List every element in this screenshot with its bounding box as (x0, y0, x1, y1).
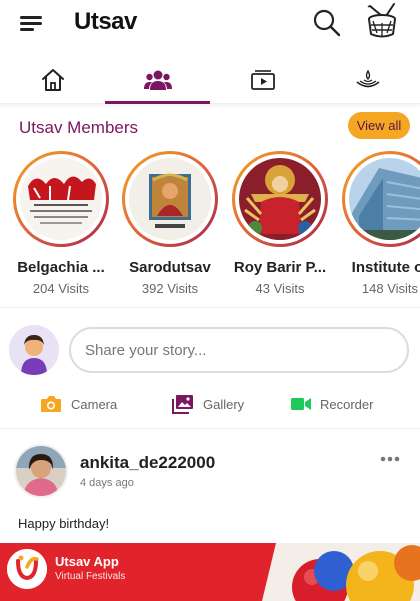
home-icon (41, 69, 64, 91)
video-recorder-icon (291, 398, 311, 410)
gallery-icon (172, 395, 193, 414)
app-promo-banner[interactable]: Utsav App Virtual Festivals (0, 543, 420, 601)
post-timestamp: 4 days ago (80, 477, 134, 489)
tab-videos[interactable] (210, 56, 315, 104)
current-user-avatar[interactable] (9, 325, 59, 375)
view-all-button[interactable]: View all (348, 112, 410, 139)
gallery-label: Gallery (203, 396, 245, 412)
post-user-avatar[interactable] (14, 444, 68, 498)
member-avatar (129, 158, 211, 240)
members-carousel[interactable]: Belgachia ... 204 Visits Sarodutsav 392 … (0, 148, 420, 298)
member-avatar (349, 158, 420, 240)
section-divider (0, 428, 420, 429)
video-play-icon (250, 70, 275, 90)
post-text: Happy birthday! (18, 516, 110, 531)
section-title: Utsav Members (19, 118, 139, 137)
recorder-label: Recorder (320, 396, 374, 412)
member-name: Sarodutsav (129, 259, 211, 276)
member-avatar-ring (232, 151, 328, 247)
tab-home[interactable] (0, 56, 105, 104)
member-avatar-ring (342, 151, 420, 247)
utsav-logo-icon (7, 549, 47, 589)
post-username[interactable]: ankita_de222000 (80, 453, 215, 473)
member-card[interactable]: Sarodutsav 392 Visits (115, 148, 225, 298)
member-visits: 392 Visits (141, 281, 199, 296)
banner-title: Utsav App (55, 554, 119, 569)
dhak-drum-icon[interactable] (362, 2, 402, 42)
recorder-button[interactable]: Recorder (291, 390, 373, 418)
member-card[interactable]: Belgachia ... 204 Visits (6, 148, 116, 298)
camera-button[interactable]: Camera (40, 390, 117, 418)
section-divider (0, 307, 420, 308)
diya-lamp-icon (355, 69, 380, 88)
members-group-icon (143, 70, 172, 90)
banner-subtitle: Virtual Festivals (55, 571, 126, 582)
menu-icon[interactable] (20, 14, 44, 34)
gallery-button[interactable]: Gallery (172, 390, 244, 418)
app-title: Utsav (74, 8, 137, 35)
member-avatar-ring (122, 151, 218, 247)
member-card[interactable]: Institute of 148 Visits (335, 148, 420, 298)
member-visits: 43 Visits (255, 281, 305, 296)
member-card[interactable]: Roy Barir P... 43 Visits (225, 148, 335, 298)
camera-icon (41, 396, 61, 412)
member-avatar (20, 158, 102, 240)
tab-diya[interactable] (315, 56, 420, 104)
app-bar: Utsav (0, 0, 420, 48)
member-name: Institute of (351, 259, 420, 276)
camera-label: Camera (71, 396, 118, 412)
member-avatar-ring (13, 151, 109, 247)
member-name: Belgachia ... (17, 259, 105, 276)
member-visits: 148 Visits (361, 281, 419, 296)
tab-members[interactable] (105, 56, 210, 104)
balloons-decoration (262, 543, 420, 601)
member-avatar (239, 158, 321, 240)
tab-bar (0, 56, 420, 104)
active-tab-indicator (105, 101, 210, 104)
search-icon[interactable] (312, 8, 342, 38)
member-visits: 204 Visits (32, 281, 90, 296)
more-options-icon[interactable] (378, 452, 402, 466)
composer-actions: Camera Gallery Recorder (0, 390, 420, 418)
share-story-input[interactable] (69, 327, 409, 373)
members-section-header: Utsav Members View all (0, 110, 420, 142)
member-name: Roy Barir P... (233, 259, 327, 276)
